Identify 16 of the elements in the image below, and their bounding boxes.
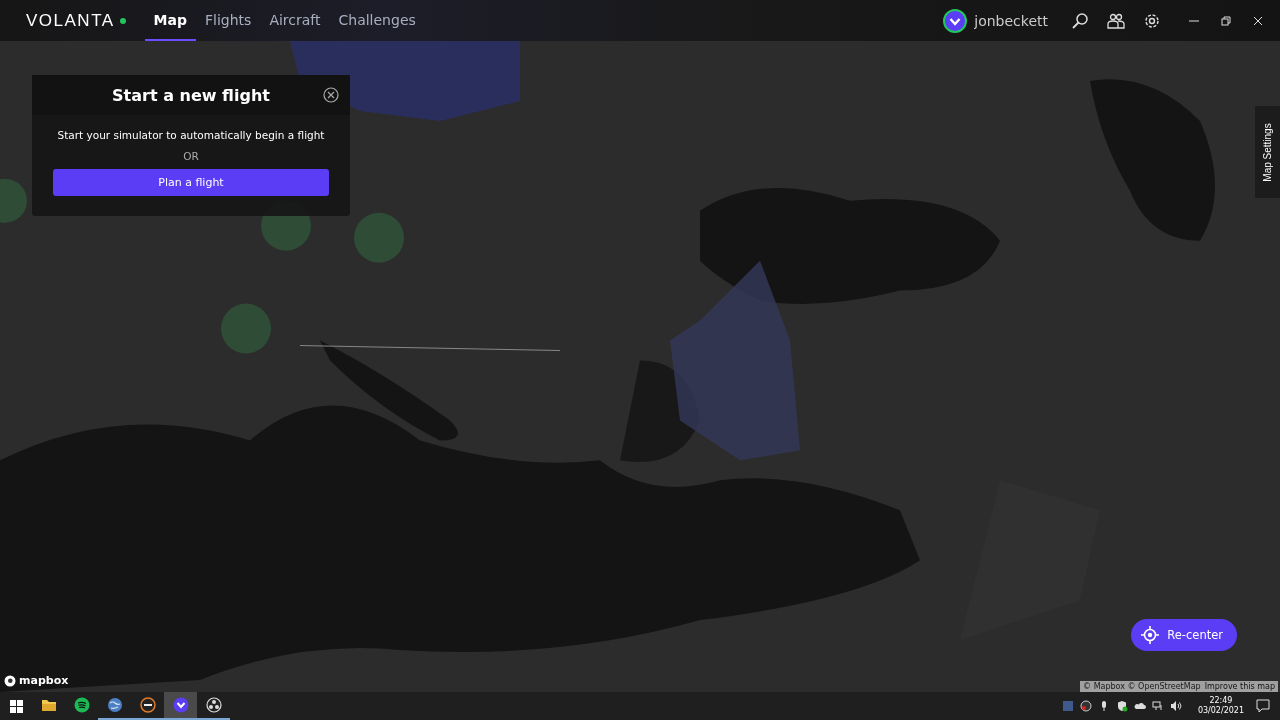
map-settings-tab[interactable]: Map Settings <box>1255 106 1280 198</box>
mapbox-logo: mapbox <box>19 674 69 687</box>
app-logo: VOLANTA <box>26 10 115 31</box>
clock-date[interactable]: 03/02/2021 <box>1197 706 1244 716</box>
plan-flight-button[interactable]: Plan a flight <box>53 169 329 196</box>
panel-title: Start a new flight <box>112 85 270 105</box>
nav-tab[interactable]: Challenges <box>329 0 425 41</box>
map-attribution: © Mapbox © OpenStreetMap <box>1083 682 1201 691</box>
clock-time[interactable]: 22:49 <box>1209 696 1233 706</box>
nav-tab[interactable]: Aircraft <box>260 0 330 41</box>
improve-map-link[interactable]: Improve this map <box>1204 682 1275 691</box>
user-name[interactable]: jonbeckett <box>974 12 1048 29</box>
recenter-button[interactable]: Re-center <box>1131 619 1237 651</box>
panel-message: Start your simulator to automatically begin a flight <box>57 129 325 141</box>
nav-tab[interactable]: Flights <box>196 0 261 41</box>
or-separator: OR <box>183 150 199 162</box>
